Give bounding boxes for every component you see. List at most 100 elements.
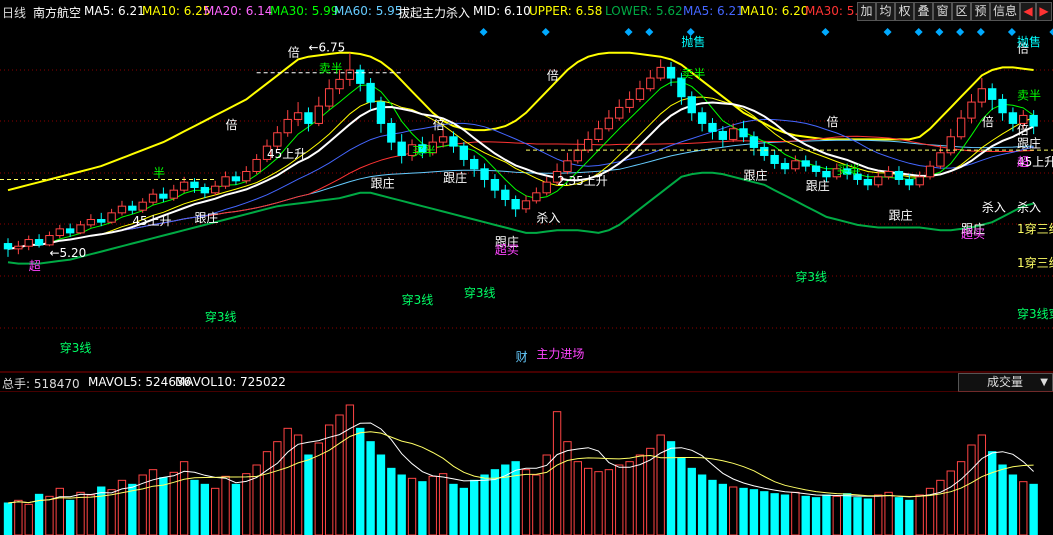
volume-bar-up bbox=[293, 434, 303, 535]
volume-bar-up bbox=[324, 424, 334, 535]
volume-bar-down bbox=[708, 479, 717, 535]
signal-diamond-icon bbox=[956, 28, 965, 36]
volume-bar-up bbox=[563, 441, 572, 535]
volume-bar-down bbox=[200, 483, 210, 535]
candle-body-up bbox=[615, 106, 624, 119]
volume-bar-down bbox=[418, 481, 427, 535]
candle bbox=[521, 195, 531, 213]
expand-right-icon[interactable]: ▶ bbox=[1036, 2, 1052, 21]
candle-body-down bbox=[159, 193, 168, 199]
volume-bar-down bbox=[65, 499, 75, 535]
indicator-selector[interactable]: 成交量 ▼ bbox=[958, 373, 1053, 392]
indicator-7: UPPER: 6.58 bbox=[529, 4, 603, 18]
candle-body-down bbox=[511, 199, 520, 210]
candle-body-down bbox=[770, 154, 779, 164]
toolbar-button-range[interactable]: 区 bbox=[952, 2, 971, 21]
candle bbox=[977, 78, 987, 108]
candle bbox=[231, 171, 241, 185]
candle bbox=[511, 195, 520, 217]
candle-body-up bbox=[117, 205, 127, 214]
chart-annotation: 半 bbox=[153, 166, 165, 180]
volume-bar-up bbox=[635, 454, 645, 535]
toolbar-button-rights[interactable]: 权 bbox=[895, 2, 914, 21]
volume-bar-down bbox=[231, 483, 241, 535]
candle bbox=[625, 91, 634, 113]
toolbar-button-window[interactable]: 窗 bbox=[933, 2, 952, 21]
signal-diamond-icon bbox=[479, 28, 488, 36]
candle bbox=[86, 214, 96, 228]
chart-annotation: 超 bbox=[29, 258, 41, 273]
volume-bar-down bbox=[356, 427, 365, 535]
volume-bar-down bbox=[480, 474, 489, 535]
chart-annotation: 穿3线 bbox=[60, 340, 92, 355]
volume-bar-up bbox=[86, 494, 96, 535]
candle-body-up bbox=[573, 149, 582, 162]
toolbar-button-average[interactable]: 均 bbox=[876, 2, 895, 21]
volume-bar-down bbox=[760, 491, 769, 535]
candle bbox=[925, 160, 935, 180]
candle bbox=[117, 200, 127, 216]
toolbar-button-add[interactable]: 加 bbox=[857, 2, 876, 21]
volume-bar-down bbox=[842, 493, 852, 535]
candle-body-down bbox=[356, 69, 365, 84]
volume-bar-up bbox=[55, 487, 64, 535]
candle-body-up bbox=[438, 136, 448, 143]
candle-body-up bbox=[293, 112, 303, 120]
candle-body-up bbox=[656, 66, 665, 79]
chart-annotation: 倍 bbox=[433, 117, 445, 132]
volume-bar-down bbox=[853, 497, 862, 535]
toolbar-button-overlay[interactable]: 叠 bbox=[914, 2, 933, 21]
chart-annotation: 卖半 bbox=[681, 67, 705, 81]
candle bbox=[635, 80, 645, 103]
candle-body-down bbox=[863, 178, 873, 186]
candle-body-up bbox=[14, 245, 23, 250]
candle-body-down bbox=[128, 205, 137, 211]
candle-body-down bbox=[200, 186, 210, 194]
candle-body-up bbox=[874, 176, 883, 186]
candle bbox=[304, 107, 313, 132]
candle bbox=[915, 171, 924, 188]
candle-body-up bbox=[211, 185, 220, 194]
indicator-4: MA60: 5.95 bbox=[334, 4, 403, 18]
chart-annotation: 超买 bbox=[495, 242, 519, 257]
chart-annotation: 1穿三线 bbox=[1017, 255, 1053, 270]
candle-body-down bbox=[65, 228, 75, 234]
volume-bar-down bbox=[666, 441, 676, 535]
volume-bar-up bbox=[656, 434, 665, 535]
volume-bar-down bbox=[749, 489, 759, 535]
candle bbox=[138, 198, 147, 213]
candle-body-up bbox=[273, 132, 282, 147]
price-chart[interactable]: 超←5.2045上升半跟庄倍45上升倍 ←6.75卖半跟庄买半倍跟庄跟庄超买杀入2… bbox=[0, 22, 1053, 373]
candle-body-up bbox=[791, 160, 800, 170]
candle-body-down bbox=[97, 219, 106, 223]
candle bbox=[366, 78, 375, 111]
volume-bar-down bbox=[511, 461, 520, 535]
candle-body-down bbox=[718, 130, 728, 140]
chart-annotation: 杀入 bbox=[1017, 200, 1041, 215]
volume-bar-up bbox=[262, 451, 272, 535]
volume-bar-up bbox=[211, 487, 220, 535]
candle-body-down bbox=[811, 165, 821, 172]
candle bbox=[55, 224, 64, 239]
candle bbox=[283, 110, 292, 137]
candle bbox=[956, 110, 966, 140]
candle-body-up bbox=[45, 235, 54, 246]
toolbar-button-forecast[interactable]: 预 bbox=[971, 2, 990, 21]
volume-bar-down bbox=[376, 454, 386, 535]
signal-diamond-icon bbox=[1007, 28, 1016, 36]
signal-diamond-icon bbox=[883, 28, 892, 36]
chart-annotation: 穿3线 bbox=[402, 292, 434, 307]
period-label[interactable]: 日线 bbox=[2, 4, 26, 21]
candle bbox=[708, 118, 717, 140]
candle-body-up bbox=[604, 117, 614, 130]
collapse-left-icon[interactable]: ◀ bbox=[1020, 2, 1036, 21]
candle bbox=[76, 220, 85, 235]
chart-annotation: 穿3线 bbox=[795, 269, 827, 284]
candle-body-down bbox=[666, 66, 676, 79]
candle bbox=[998, 94, 1007, 121]
volume-bar-down bbox=[905, 499, 914, 535]
candle-body-down bbox=[998, 98, 1007, 114]
toolbar-button-info[interactable]: 信息 bbox=[990, 2, 1020, 21]
indicator-3: MA30: 5.99 bbox=[270, 4, 339, 18]
candle bbox=[594, 120, 603, 143]
